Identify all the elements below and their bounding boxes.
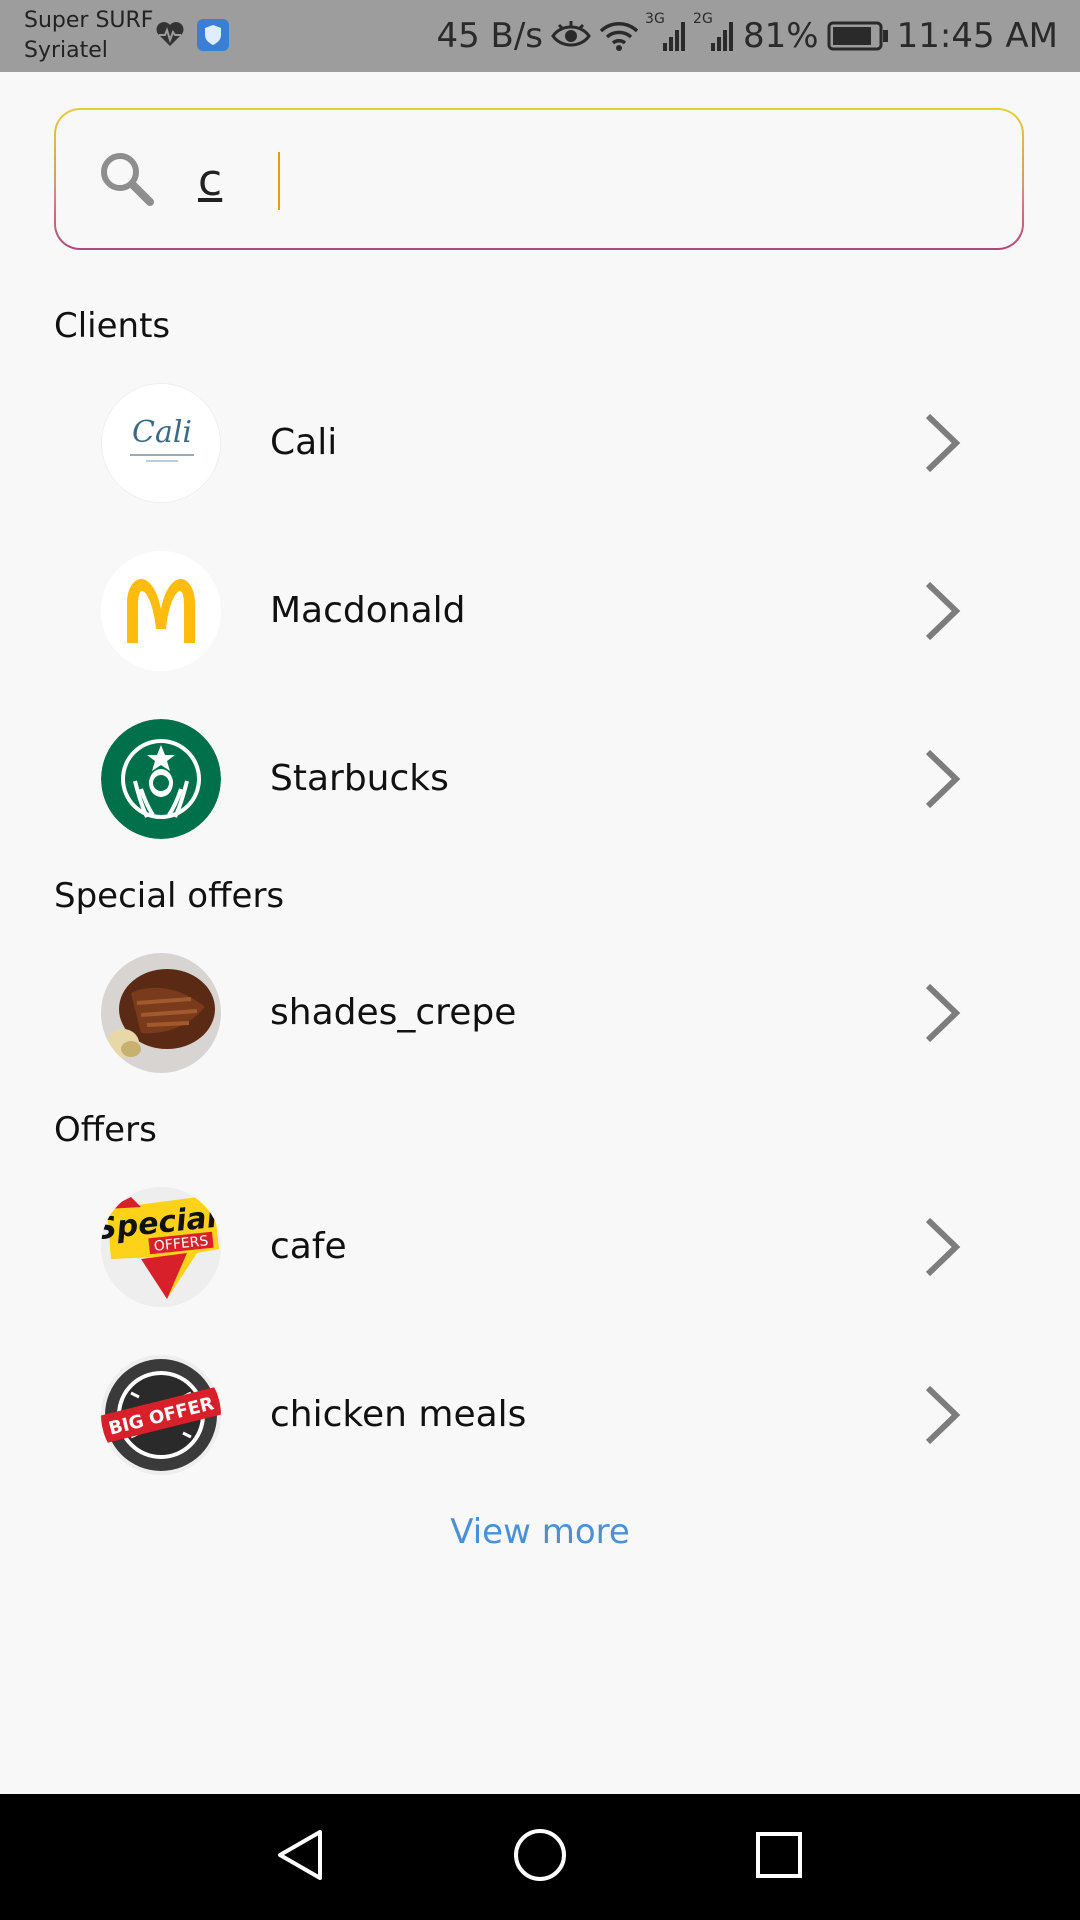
back-icon[interactable] <box>270 1824 332 1890</box>
section-title-clients: Clients <box>54 306 171 346</box>
list-item-label: chicken meals <box>270 1394 527 1435</box>
search-icon <box>98 150 156 212</box>
home-icon[interactable] <box>509 1824 571 1890</box>
section-title-offers: Offers <box>54 1110 157 1150</box>
cali-logo: Cali <box>101 383 221 503</box>
sim1-network-type: 3G <box>645 11 665 27</box>
shield-icon <box>196 18 230 56</box>
sim2-network-type: 2G <box>693 11 713 27</box>
wifi-icon <box>599 20 639 52</box>
search-input[interactable] <box>198 140 978 220</box>
battery-icon <box>827 21 889 51</box>
list-item-starbucks[interactable]: Starbucks <box>0 704 1080 854</box>
list-item-shades-crepe[interactable]: shades_crepe <box>0 938 1080 1088</box>
list-item-chicken-meals[interactable]: BIG OFFER chicken meals <box>0 1340 1080 1490</box>
carrier-info: Super SURF Syriatel <box>24 6 153 66</box>
list-item-label: shades_crepe <box>270 992 517 1033</box>
list-item-macdonald[interactable]: Macdonald <box>0 536 1080 686</box>
starbucks-logo <box>101 719 221 839</box>
eye-icon <box>551 21 591 51</box>
battery-percent: 81% <box>743 16 819 56</box>
chevron-right-icon <box>922 746 962 816</box>
heartbeat-icon <box>154 18 186 56</box>
chevron-right-icon <box>922 1214 962 1284</box>
navigation-bar <box>0 1794 1080 1920</box>
signal-icon: 3G <box>645 11 687 53</box>
view-more-link[interactable]: View more <box>0 1510 1080 1554</box>
chevron-right-icon <box>922 410 962 480</box>
big-offer-logo: BIG OFFER <box>101 1355 221 1475</box>
carrier-name: Super SURF <box>24 8 154 33</box>
list-item-cali[interactable]: Cali Cali <box>0 368 1080 518</box>
special-offers-logo: Special OFFERS <box>101 1187 221 1307</box>
chevron-right-icon <box>922 980 962 1050</box>
signal-icon: 2G <box>693 11 735 53</box>
chevron-right-icon <box>922 578 962 648</box>
mcdonalds-logo <box>101 551 221 671</box>
carrier-operator: Syriatel <box>24 38 108 63</box>
clock: 11:45 AM <box>896 16 1058 56</box>
shades-crepe-image <box>101 953 221 1073</box>
list-item-label: Cali <box>270 422 338 463</box>
network-speed: 45 B/s <box>436 16 544 56</box>
recents-icon[interactable] <box>748 1824 810 1890</box>
list-item-label: Macdonald <box>270 590 466 631</box>
search-bar[interactable] <box>54 108 1024 250</box>
list-item-label: Starbucks <box>270 758 449 799</box>
chevron-right-icon <box>922 1382 962 1452</box>
cali-logo-text: Cali <box>132 415 192 450</box>
status-bar: Super SURF Syriatel 45 B/s 3G 2G 81% 11:… <box>0 0 1080 72</box>
section-title-special-offers: Special offers <box>54 876 285 916</box>
list-item-label: cafe <box>270 1226 347 1267</box>
list-item-cafe[interactable]: Special OFFERS cafe <box>0 1172 1080 1322</box>
text-cursor <box>278 152 280 210</box>
